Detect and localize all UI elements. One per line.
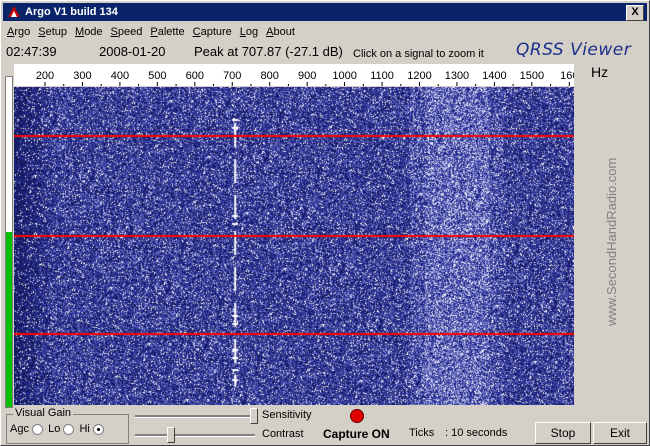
title-bar[interactable]: Argo V1 build 134 X xyxy=(3,3,647,21)
visual-gain-label: Visual Gain xyxy=(13,407,74,419)
sensitivity-label: Sensitivity xyxy=(262,409,312,421)
menu-bar: Argo Setup Mode Speed Palette Capture Log About xyxy=(3,23,299,41)
gain-lo-radio[interactable] xyxy=(63,423,75,435)
contrast-track[interactable] xyxy=(135,434,255,437)
contrast-thumb[interactable] xyxy=(167,427,175,443)
waterfall-display[interactable] xyxy=(14,87,574,405)
gain-agc-radio[interactable] xyxy=(32,423,44,435)
capture-indicator-icon xyxy=(350,409,364,423)
frequency-scale[interactable]: 200 300 400 500 600 700 800 900 1000 1100 1200 1300… xyxy=(14,64,574,86)
scale-tick-label: 300 xyxy=(73,70,91,82)
frequency-scale-ticks: 200 300 400 500 600 700 800 900 1000 1100 1200 1300… xyxy=(36,70,574,86)
scale-tick-label: 400 xyxy=(111,70,129,82)
app-window: Argo V1 build 134 X Argo Setup Mode Speed Pa… xyxy=(0,0,650,446)
ticks-value: : 10 seconds xyxy=(445,427,508,439)
menu-capture[interactable]: Capture xyxy=(189,23,236,41)
visual-gain-group: Visual Gain Agc Lo Hi xyxy=(6,407,129,444)
current-date: 2008-01-20 xyxy=(99,44,166,59)
sensitivity-track[interactable] xyxy=(135,415,255,418)
waterfall-canvas[interactable] xyxy=(14,87,574,405)
gain-hi-radio[interactable] xyxy=(92,423,104,435)
exit-button[interactable]: Exit xyxy=(593,422,647,444)
frequency-unit: Hz xyxy=(591,64,609,80)
menu-speed[interactable]: Speed xyxy=(107,23,147,41)
scale-tick-label: 700 xyxy=(223,70,241,82)
scale-tick-label: 1200 xyxy=(407,70,431,82)
clock-time: 02:47:39 xyxy=(6,44,57,59)
app-icon xyxy=(8,6,20,17)
menu-setup[interactable]: Setup xyxy=(34,23,71,41)
scale-tick-label: 1100 xyxy=(370,70,394,82)
watermark-text: www.SecondHandRadio.com xyxy=(604,158,619,327)
scale-tick-label: 600 xyxy=(186,70,204,82)
watermark: www.SecondHandRadio.com xyxy=(604,158,619,327)
contrast-label: Contrast xyxy=(262,428,304,440)
scale-tick-label: 1300 xyxy=(445,70,469,82)
gain-hi-label: Hi xyxy=(79,423,90,435)
peak-readout: Peak at 707.87 (-27.1 dB) xyxy=(194,44,343,59)
level-meter-fill xyxy=(6,232,12,407)
capture-status: Capture ON xyxy=(323,427,390,441)
gain-agc-label: Agc xyxy=(10,423,29,435)
gain-lo-label: Lo xyxy=(48,423,61,435)
scale-tick-label: 900 xyxy=(298,70,316,82)
scale-tick-label: 500 xyxy=(148,70,166,82)
scale-tick-label: 800 xyxy=(261,70,279,82)
scale-tick-label: 1400 xyxy=(482,70,506,82)
qrss-viewer-logo: QRSS Viewer xyxy=(516,40,632,60)
window-title: Argo V1 build 134 xyxy=(25,6,118,18)
scale-tick-label: 1000 xyxy=(332,70,356,82)
scale-tick-label: 200 xyxy=(36,70,54,82)
menu-palette[interactable]: Palette xyxy=(146,23,188,41)
menu-about[interactable]: About xyxy=(262,23,299,41)
scale-tick-label: 160 xyxy=(560,70,574,82)
menu-log[interactable]: Log xyxy=(236,23,262,41)
menu-argo[interactable]: Argo xyxy=(3,23,34,41)
stop-button[interactable]: Stop xyxy=(535,422,591,444)
sensitivity-thumb[interactable] xyxy=(250,408,258,424)
scale-tick-label: 1500 xyxy=(520,70,544,82)
close-button[interactable]: X xyxy=(626,5,644,21)
menu-mode[interactable]: Mode xyxy=(71,23,107,41)
ticks-label: Ticks xyxy=(409,427,435,439)
level-meter xyxy=(5,76,13,408)
zoom-hint: Click on a signal to zoom it xyxy=(353,48,484,60)
